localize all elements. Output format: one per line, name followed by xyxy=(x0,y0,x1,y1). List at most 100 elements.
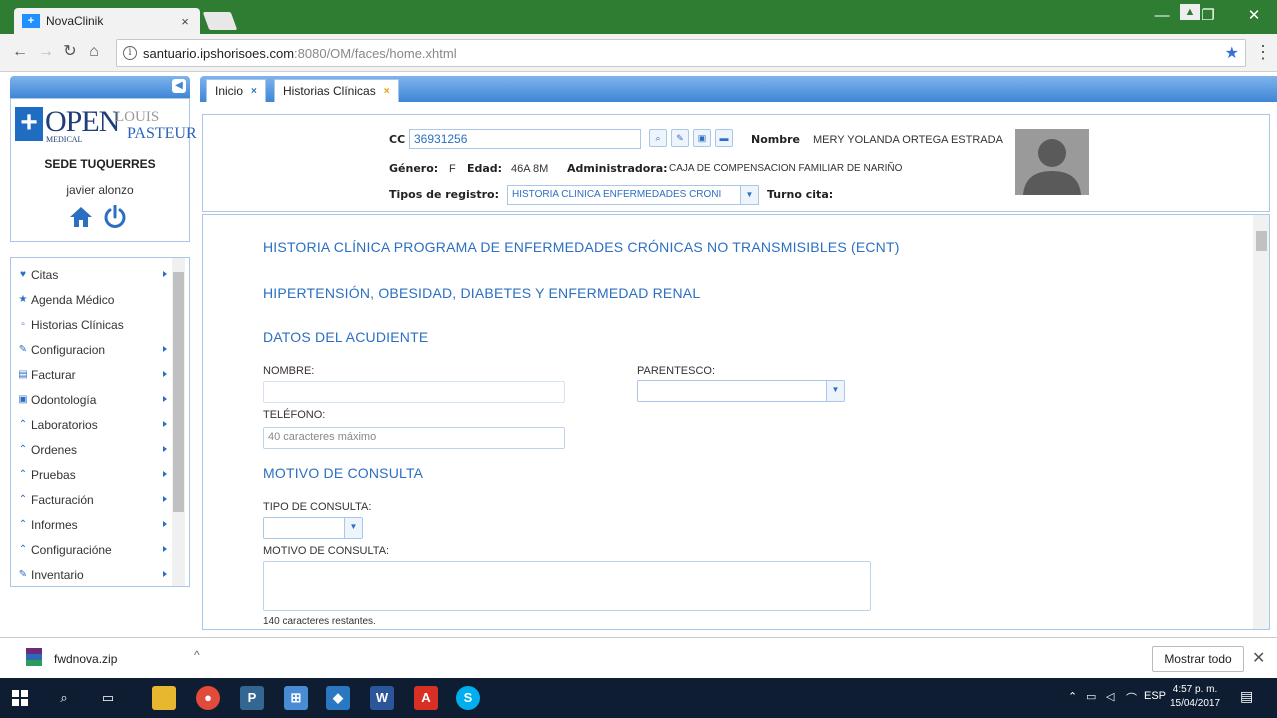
new-tab-button[interactable] xyxy=(202,12,238,30)
power-icon[interactable] xyxy=(103,205,127,229)
tab-close-icon[interactable]: × xyxy=(178,14,192,29)
restore-button[interactable]: ❐ xyxy=(1185,0,1231,34)
taskbar-clock[interactable]: 4:57 p. m. 15/04/2017 xyxy=(1166,683,1224,711)
collapse-sidebar-icon[interactable]: ◀ xyxy=(172,79,186,93)
chevron-down-icon[interactable]: ▼ xyxy=(344,518,362,538)
home-icon[interactable] xyxy=(69,205,93,229)
genero-value: F xyxy=(449,163,456,175)
tab-inicio[interactable]: Inicio × xyxy=(206,79,266,102)
back-icon[interactable]: ← xyxy=(10,42,30,62)
tipos-registro-select[interactable]: HISTORIA CLINICA ENFERMEDADES CRONI ▼ xyxy=(507,185,759,205)
sidebar-item-ordenes[interactable]: ⌃ Ordenes xyxy=(11,437,189,462)
chevron-up-icon[interactable]: ^ xyxy=(194,648,200,662)
parentesco-select[interactable]: ▼ xyxy=(637,380,845,402)
clock-time: 4:57 p. m. xyxy=(1172,684,1218,695)
task-view-icon[interactable]: ▭ xyxy=(96,686,120,710)
submenu-arrow-icon xyxy=(163,396,167,402)
sede-name: SEDE TUQUERRES xyxy=(44,157,156,171)
sidebar-item-facturar[interactable]: ▤ Facturar xyxy=(11,362,189,387)
tray-arrow-icon[interactable]: ⌃ xyxy=(1068,690,1077,703)
wifi-icon[interactable]: ⌒ xyxy=(1126,690,1137,706)
search-icon[interactable]: ⌕ xyxy=(52,686,76,710)
sidebar-item-configuracion[interactable]: ✎ Configuracion xyxy=(11,337,189,362)
submenu-arrow-icon xyxy=(163,346,167,352)
administradora-label: Administradora: xyxy=(567,162,668,175)
sidebar-item-pruebas[interactable]: ⌃ Pruebas xyxy=(11,462,189,487)
file-explorer-icon[interactable] xyxy=(152,686,176,710)
telefono-input[interactable]: 40 caracteres máximo xyxy=(263,427,565,449)
clinic-logo: + OPEN MEDICAL LOUIS PASTEUR xyxy=(15,105,197,153)
sidebar-scrollbar[interactable] xyxy=(172,258,185,586)
search-icon[interactable]: ⌕ xyxy=(649,129,667,147)
cc-input[interactable]: 36931256 xyxy=(409,129,641,149)
sidebar-item-label: Informes xyxy=(31,517,78,532)
nombre-value: MERY YOLANDA ORTEGA ESTRADA xyxy=(813,134,1003,146)
site-info-icon[interactable]: i xyxy=(123,46,137,60)
download-file-name[interactable]: fwdnova.zip xyxy=(54,652,117,666)
tab-historias-clinicas[interactable]: Historias Clínicas × xyxy=(274,79,399,102)
logo-pasteur-text: PASTEUR xyxy=(127,125,197,142)
sidebar-item-inventario[interactable]: ✎ Inventario xyxy=(11,562,189,586)
nombre-acudiente-input[interactable] xyxy=(263,381,565,403)
notifications-icon[interactable]: ▤ xyxy=(1240,688,1253,705)
tab-close-icon[interactable]: × xyxy=(251,86,257,97)
tipo-consulta-select[interactable]: ▼ xyxy=(263,517,363,539)
wrench-icon: ✎ xyxy=(18,569,28,580)
sidebar-item-informes[interactable]: ⌃ Informes xyxy=(11,512,189,537)
caret-up-icon: ⌃ xyxy=(18,494,28,505)
sidebar-item-citas[interactable]: ♥ Citas xyxy=(11,262,189,287)
language-indicator[interactable]: ESP xyxy=(1144,690,1166,702)
patient-avatar xyxy=(1015,129,1089,195)
calendar-icon[interactable]: ▣ xyxy=(693,129,711,147)
forward-icon[interactable]: → xyxy=(36,42,56,62)
network-app-icon[interactable]: ⊞ xyxy=(284,686,308,710)
print-icon: ▤ xyxy=(18,369,28,380)
close-window-button[interactable]: ✕ xyxy=(1231,0,1277,34)
nombre-label: Nombre xyxy=(751,133,800,146)
form-scroll-thumb[interactable] xyxy=(1256,231,1267,251)
edit-icon[interactable]: ✎ xyxy=(671,129,689,147)
sidebar-scroll-thumb[interactable] xyxy=(173,272,184,512)
folder-icon[interactable]: ▬ xyxy=(715,129,733,147)
virtualbox-icon[interactable]: ◆ xyxy=(326,686,350,710)
home-page-icon[interactable]: ⌂ xyxy=(84,42,104,62)
tab-close-icon[interactable]: × xyxy=(384,86,390,97)
sidebar-item-label: Configuracióne xyxy=(31,542,112,557)
word-icon[interactable]: W xyxy=(370,686,394,710)
sidebar-item-historias[interactable]: ▫ Historias Clínicas xyxy=(11,312,189,337)
sidebar-item-laboratorios[interactable]: ⌃ Laboratorios xyxy=(11,412,189,437)
form-scrollbar[interactable] xyxy=(1253,215,1269,629)
chevron-down-icon[interactable]: ▼ xyxy=(826,381,844,401)
reload-icon[interactable]: ↻ xyxy=(60,42,80,62)
chevron-down-icon[interactable]: ▼ xyxy=(740,186,758,204)
motivo-consulta-textarea[interactable] xyxy=(263,561,871,611)
browser-menu-icon[interactable]: ⋮ xyxy=(1254,42,1272,62)
skype-icon[interactable]: S xyxy=(456,686,480,710)
administradora-value: CAJA DE COMPENSACION FAMILIAR DE NARIÑO xyxy=(669,163,903,174)
pgadmin-icon[interactable]: P xyxy=(240,686,264,710)
sidebar-item-agenda[interactable]: ★ Agenda Médico xyxy=(11,287,189,312)
network-icon[interactable]: ▭ xyxy=(1086,690,1096,703)
tipos-registro-label: Tipos de registro: xyxy=(389,188,499,201)
windows-start-icon[interactable] xyxy=(12,690,28,706)
clinical-form: HISTORIA CLÍNICA PROGRAMA DE ENFERMEDADE… xyxy=(202,214,1270,630)
telefono-label: TELÉFONO: xyxy=(263,409,326,421)
submenu-arrow-icon xyxy=(163,496,167,502)
sidebar-item-facturacion[interactable]: ⌃ Facturación xyxy=(11,487,189,512)
browser-toolbar: ← → ↻ ⌂ i santuario.ipshorisoes.com :808… xyxy=(0,34,1277,72)
edad-label: Edad: xyxy=(467,162,503,175)
address-bar[interactable]: i santuario.ipshorisoes.com :8080/OM/fac… xyxy=(116,39,1246,67)
close-download-bar-icon[interactable]: ✕ xyxy=(1252,648,1265,668)
url-path: :8080/OM/faces/home.xhtml xyxy=(294,45,457,61)
bookmark-star-icon[interactable]: ★ xyxy=(1225,43,1239,63)
sidebar-item-odontologia[interactable]: ▣ Odontología xyxy=(11,387,189,412)
sidebar-item-configuracione[interactable]: ⌃ Configuracióne xyxy=(11,537,189,562)
volume-icon[interactable]: ◁ xyxy=(1106,690,1114,703)
browser-tab[interactable]: + NovaClinik × xyxy=(14,8,200,34)
minimize-button[interactable]: — xyxy=(1139,0,1185,34)
chrome-icon[interactable]: ● xyxy=(196,686,220,710)
favicon-icon: + xyxy=(22,14,40,28)
section-acudiente: DATOS DEL ACUDIENTE xyxy=(263,329,429,345)
show-all-button[interactable]: Mostrar todo xyxy=(1152,646,1244,672)
acrobat-icon[interactable]: A xyxy=(414,686,438,710)
